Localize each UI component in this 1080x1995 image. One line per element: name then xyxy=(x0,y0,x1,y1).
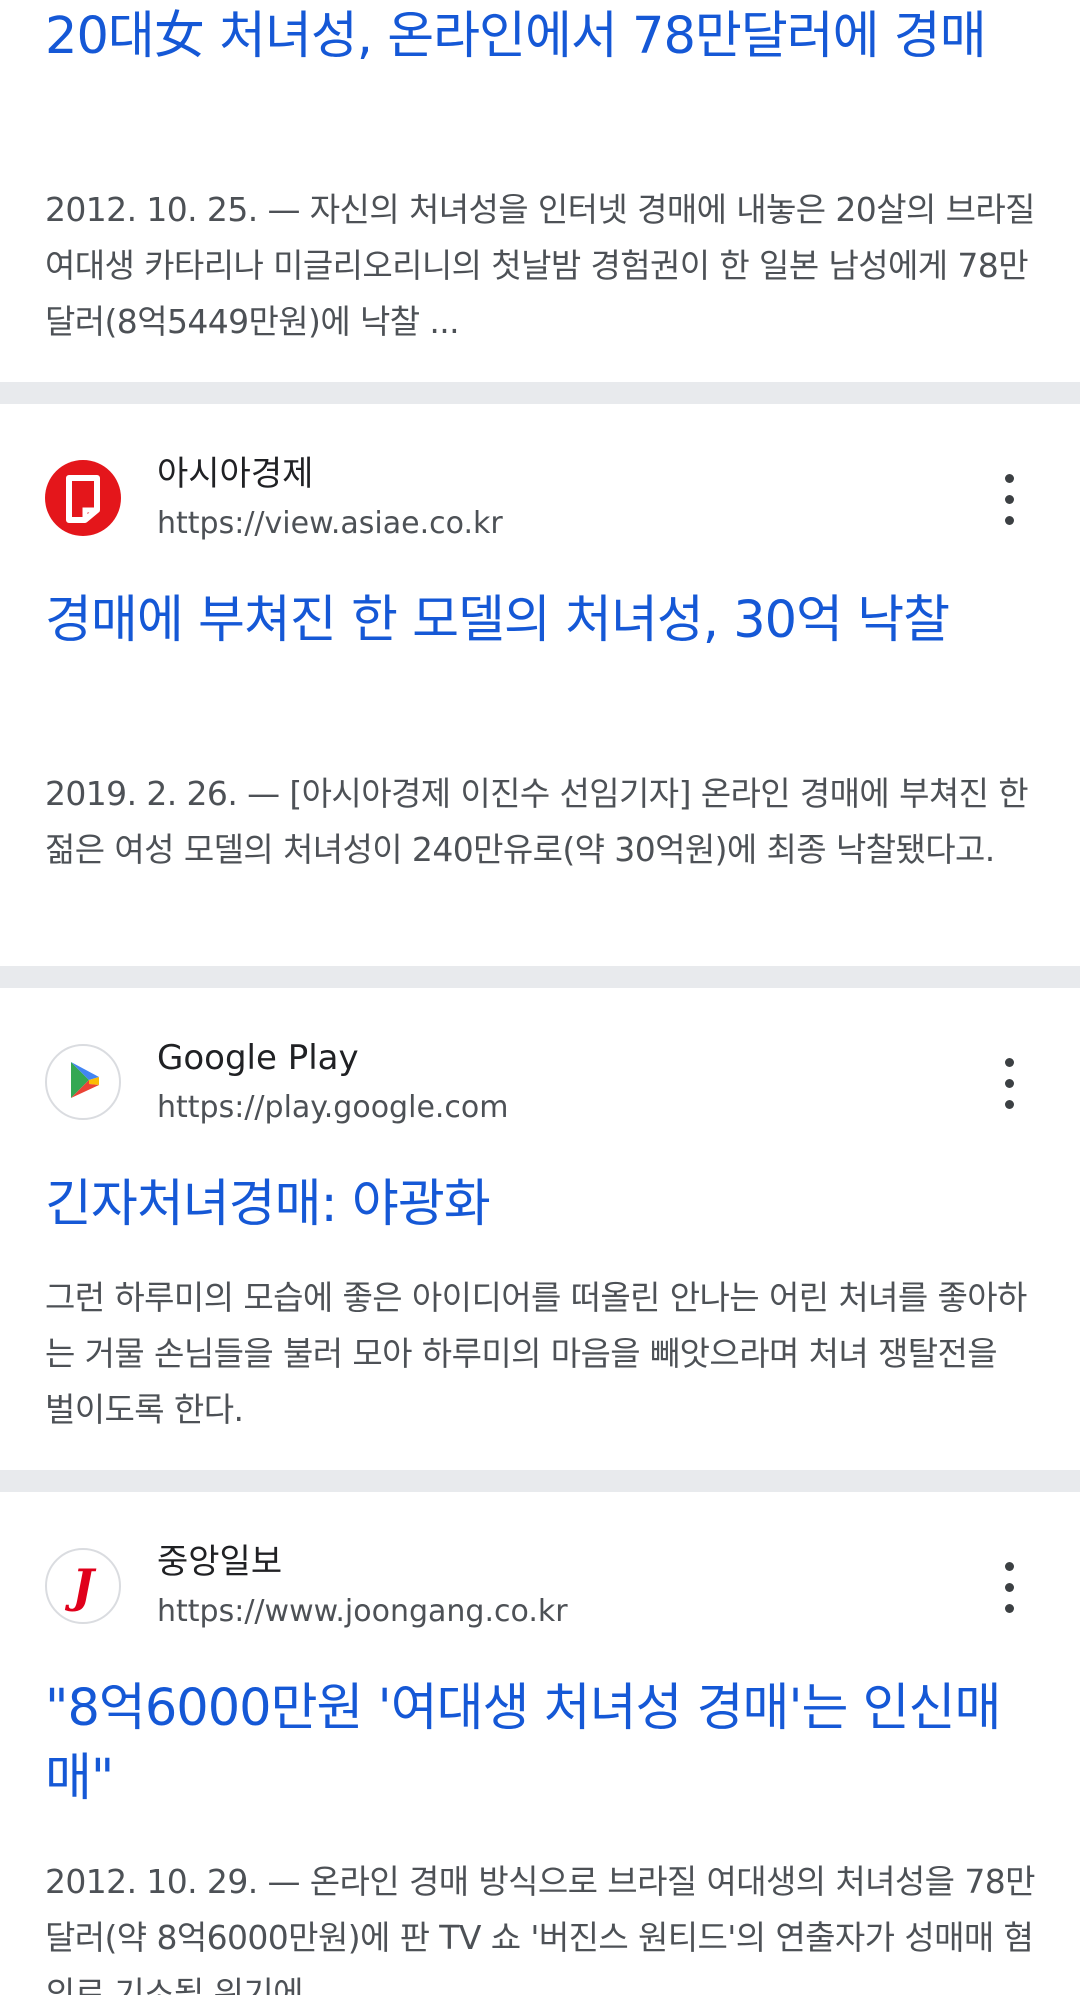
result-divider xyxy=(0,966,1080,988)
result-snippet-3: 2012. 10. 29. — 온라인 경매 방식으로 브라질 여대생의 처녀성… xyxy=(45,1862,1035,1995)
result-title-0[interactable]: 20대女 처녀성, 온라인에서 78만달러에 경매 xyxy=(45,2,1045,72)
result-title-3[interactable]: "8억6000만원 '여대생 처녀성 경매'는 인신매매" xyxy=(45,1674,1045,1814)
result-divider xyxy=(0,382,1080,404)
result-snippet-2: 그런 하루미의 모습에 좋은 아이디어를 떠올린 안나는 어린 처녀를 좋아하는… xyxy=(45,1278,1027,1429)
result-source-row-3[interactable]: J 중앙일보 https://www.joongang.co.kr xyxy=(45,1542,1045,1632)
more-options-icon[interactable] xyxy=(1000,474,1020,526)
result-source-row-2[interactable]: Google Play https://play.google.com xyxy=(45,1038,1045,1128)
result-divider xyxy=(0,1470,1080,1492)
result-source-name: Google Play xyxy=(157,1038,359,1078)
result-source-row-1[interactable]: 아시아경제 https://view.asiae.co.kr xyxy=(45,454,1045,544)
result-title-1[interactable]: 경매에 부쳐진 한 모델의 처녀성, 30억 낙찰 xyxy=(45,586,1045,656)
svg-text:J: J xyxy=(64,1559,97,1613)
more-options-icon[interactable] xyxy=(1000,1058,1020,1110)
asiae-logo-icon xyxy=(45,460,121,536)
more-options-icon[interactable] xyxy=(1000,1562,1020,1614)
google-play-icon xyxy=(45,1044,121,1120)
result-card-0: 20대女 처녀성, 온라인에서 78만달러에 경매 2012. 10. 25. … xyxy=(0,0,1080,382)
result-card-2: Google Play https://play.google.com 긴자처녀… xyxy=(0,988,1080,1470)
result-source-name: 중앙일보 xyxy=(157,1542,283,1582)
result-snippet-0: 2012. 10. 25. — 자신의 처녀성을 인터넷 경매에 내놓은 20살… xyxy=(45,190,1035,341)
result-title-2[interactable]: 긴자처녀경매: 야광화 xyxy=(45,1170,1045,1240)
result-source-url: https://play.google.com xyxy=(157,1090,509,1125)
result-card-3: J 중앙일보 https://www.joongang.co.kr "8억600… xyxy=(0,1492,1080,1995)
result-source-url: https://view.asiae.co.kr xyxy=(157,506,503,541)
joongang-logo-icon: J xyxy=(45,1548,121,1624)
result-source-url: https://www.joongang.co.kr xyxy=(157,1594,568,1629)
result-source-name: 아시아경제 xyxy=(157,454,314,494)
result-card-1: 아시아경제 https://view.asiae.co.kr 경매에 부쳐진 한… xyxy=(0,404,1080,966)
result-snippet-1: 2019. 2. 26. — [아시아경제 이진수 선임기자] 온라인 경매에 … xyxy=(45,774,1029,869)
